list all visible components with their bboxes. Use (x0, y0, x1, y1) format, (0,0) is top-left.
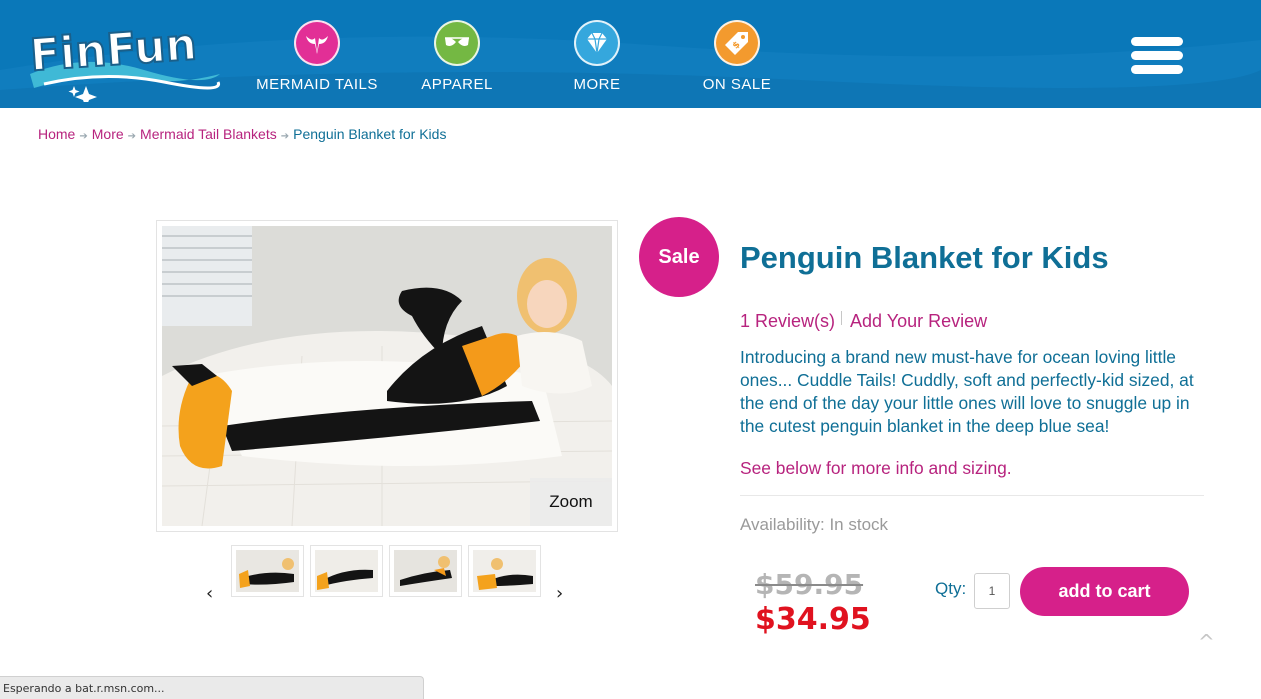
logo-graphic: FinFun (27, 18, 221, 108)
nav-more[interactable]: MORE (527, 20, 667, 100)
zoom-label: Zoom (549, 492, 593, 511)
nav-mermaid-tails[interactable]: MERMAID TAILS (247, 20, 387, 100)
breadcrumb-home[interactable]: Home (38, 126, 75, 142)
product-title: Penguin Blanket for Kids (740, 240, 1109, 275)
nav-apparel[interactable]: APPAREL (387, 20, 527, 100)
hamburger-menu-icon[interactable] (1131, 37, 1183, 77)
sparkle-small-icon (68, 86, 80, 97)
sale-badge: Sale (639, 217, 719, 297)
breadcrumb-current: Penguin Blanket for Kids (293, 126, 447, 142)
thumbnail[interactable] (231, 545, 304, 597)
finfun-logo[interactable]: FinFun (24, 12, 224, 108)
scroll-to-top-icon[interactable]: ^ (1198, 630, 1215, 654)
old-price: $59.95 (755, 568, 864, 601)
breadcrumb-arrow-icon: ➔ (280, 131, 290, 142)
sparkle-icon (75, 86, 97, 108)
reviews-link[interactable]: 1 Review(s) (740, 311, 835, 331)
mermaid-tail-icon (294, 20, 340, 66)
sale-price: $34.95 (755, 602, 871, 637)
add-to-cart-button[interactable]: add to cart (1020, 567, 1189, 616)
add-review-link[interactable]: Add Your Review (850, 311, 987, 331)
bikini-icon (434, 20, 480, 66)
qty-input[interactable] (974, 573, 1010, 609)
zoom-button[interactable]: Zoom (530, 478, 612, 526)
qty-label: Qty: (935, 579, 967, 598)
reviews-row: 1 Review(s) Add Your Review (740, 311, 987, 332)
price-tag-icon: $ (714, 20, 760, 66)
thumbnail[interactable] (389, 545, 462, 597)
breadcrumb: Home ➔ More ➔ Mermaid Tail Blankets ➔ Penguin … (38, 126, 446, 142)
thumbnail[interactable] (468, 545, 541, 597)
nav-label: MERMAID TAILS (256, 76, 378, 93)
thumbnail-strip (231, 545, 541, 597)
browser-status-bar: Esperando a bat.r.msn.com... (0, 676, 424, 699)
diamond-icon (574, 20, 620, 66)
thumbnail[interactable] (310, 545, 383, 597)
breadcrumb-arrow-icon: ➔ (127, 131, 137, 142)
site-header: FinFun MERMAID TAILS APPAREL MORE $ ON S… (0, 0, 1261, 108)
nav-label: MORE (573, 76, 621, 93)
see-below-link[interactable]: See below for more info and sizing. (740, 458, 1012, 479)
availability-status: Availability: In stock (740, 515, 889, 534)
chevron-right-icon[interactable]: › (556, 583, 563, 604)
nav-label: APPAREL (421, 76, 493, 93)
nav-on-sale[interactable]: $ ON SALE (667, 20, 807, 100)
breadcrumb-more[interactable]: More (92, 126, 124, 142)
product-description: Introducing a brand new must-have for oc… (740, 347, 1194, 436)
logo-text: FinFun (28, 19, 198, 82)
divider (740, 495, 1204, 496)
breadcrumb-arrow-icon: ➔ (79, 131, 88, 142)
product-image-frame: Zoom (156, 220, 618, 532)
sale-badge-label: Sale (658, 245, 700, 268)
breadcrumb-mermaid-tail-blankets[interactable]: Mermaid Tail Blankets (140, 126, 277, 142)
chevron-left-icon[interactable]: ‹ (206, 583, 213, 604)
reviews-divider (841, 311, 843, 325)
nav-label: ON SALE (702, 76, 772, 93)
